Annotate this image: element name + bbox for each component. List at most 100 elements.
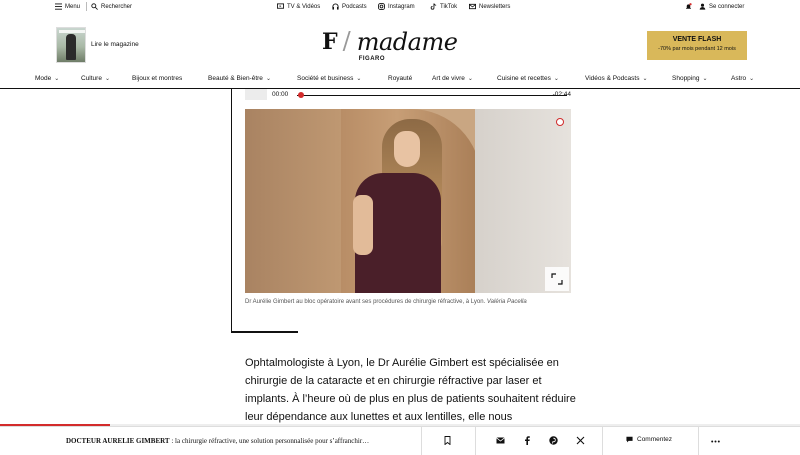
instagram-icon [378, 3, 385, 10]
nav-item-label: Vidéos & Podcasts [585, 75, 640, 82]
logo-figaro-text: FIGARO [358, 56, 386, 62]
audio-seek-handle[interactable] [298, 92, 304, 98]
promo-title: VENTE FLASH [672, 36, 722, 43]
tiktok-icon [430, 3, 437, 10]
play-button[interactable] [245, 89, 267, 100]
nav-item-label: Bijoux et montres [132, 75, 183, 82]
nav-item-label: Shopping [672, 75, 700, 82]
chevron-down-icon: ⌄ [553, 76, 559, 82]
newsletters-label: Newsletters [479, 3, 511, 10]
search-icon [91, 3, 98, 10]
cover-figure [66, 34, 76, 60]
nav-item-culture[interactable]: Culture ⌄ [81, 75, 110, 82]
facebook-icon[interactable] [523, 436, 532, 445]
nav-item-label: Mode [35, 75, 52, 82]
tv-link[interactable]: TV & Vidéos [277, 3, 320, 10]
caption-credit: Valéria Pacella [486, 299, 527, 305]
main-nav: Mode ⌄ Culture ⌄ Bijoux et montres Beauté … [0, 71, 800, 89]
cover-masthead [59, 30, 85, 33]
audio-current-time: 00:00 [272, 91, 289, 98]
login-label: Se connecter [709, 3, 745, 10]
x-twitter-icon[interactable] [576, 436, 585, 445]
newsletters-link[interactable]: Newsletters [469, 3, 510, 10]
nav-item-bijoux[interactable]: Bijoux et montres [132, 75, 182, 82]
nav-item-mode[interactable]: Mode ⌄ [35, 75, 59, 82]
logo-wordmark: madame FIGARO [357, 30, 458, 62]
nav-item-label: Art de vivre [432, 75, 465, 82]
instagram-link[interactable]: Instagram [378, 3, 415, 10]
article-frame-underline [231, 331, 298, 333]
sticky-title-rest: : la chirurgie réfractive, une solution … [169, 437, 370, 445]
nav-item-art-de-vivre[interactable]: Art de vivre ⌄ [432, 75, 473, 82]
tiktok-label: TikTok [440, 3, 458, 10]
chevron-down-icon: ⌄ [467, 76, 473, 82]
nav-item-beaute[interactable]: Beauté & Bien-être ⌄ [208, 75, 271, 82]
sticky-article-bar: DOCTEUR AURELIE GIMBERT : la chirurgie r… [0, 426, 800, 455]
expand-icon[interactable] [545, 267, 569, 291]
notifications-button[interactable] [685, 3, 692, 10]
read-magazine-link[interactable]: Lire le magazine [91, 41, 139, 48]
chevron-down-icon: ⌄ [642, 76, 648, 82]
chevron-down-icon: ⌄ [702, 76, 708, 82]
pinterest-icon[interactable] [549, 436, 558, 445]
chevron-down-icon: ⌄ [104, 76, 110, 82]
sticky-article-title[interactable]: DOCTEUR AURELIE GIMBERT : la chirurgie r… [66, 437, 369, 445]
audio-player: 00:00 -02:44 [245, 89, 571, 102]
bookmark-icon[interactable] [443, 436, 452, 445]
pinterest-pin-icon[interactable] [556, 118, 564, 126]
photo-arm [353, 195, 373, 255]
nav-item-label: Beauté & Bien-être [208, 75, 263, 82]
photo-wall [475, 109, 571, 293]
magazine-cover-thumbnail[interactable] [56, 27, 86, 63]
divider [86, 2, 87, 11]
nav-item-label: Culture [81, 75, 102, 82]
comment-label: Commentez [637, 436, 673, 443]
madame-figaro-logo[interactable]: F / madame FIGARO [322, 29, 458, 62]
divider [698, 427, 699, 455]
instagram-label: Instagram [388, 3, 415, 10]
article-paragraph: Ophtalmologiste à Lyon, le Dr Aurélie Gi… [245, 357, 576, 423]
nav-item-societe[interactable]: Société et business ⌄ [297, 75, 361, 82]
search-label: Rechercher [101, 3, 133, 10]
menu-label: Menu [65, 3, 81, 10]
bell-icon [685, 3, 692, 10]
divider [475, 427, 476, 455]
mail-share-icon[interactable] [496, 436, 505, 445]
sticky-title-bold: DOCTEUR AURELIE GIMBERT [66, 437, 170, 445]
chevron-down-icon: ⌄ [356, 76, 362, 82]
figaro-f-logo-icon: F [322, 29, 338, 55]
search-button[interactable]: Rechercher [91, 3, 132, 10]
article-photo [245, 109, 571, 293]
chevron-down-icon: ⌄ [54, 76, 60, 82]
more-options-icon[interactable] [711, 437, 720, 446]
login-button[interactable]: Se connecter [699, 3, 744, 10]
podcasts-label: Podcasts [342, 3, 367, 10]
tiktok-link[interactable]: TikTok [430, 3, 457, 10]
podcasts-link[interactable]: Podcasts [332, 3, 367, 10]
photo-caption: Dr Aurélie Gimbert au bloc opératoire av… [245, 297, 571, 307]
tv-icon [277, 3, 284, 10]
top-utility-bar: Menu Rechercher TV & Vidéos Podcasts Ins… [0, 0, 800, 13]
nav-item-videos[interactable]: Vidéos & Podcasts ⌄ [585, 75, 647, 82]
user-icon [699, 3, 706, 10]
nav-item-label: Royauté [388, 75, 413, 82]
divider [421, 427, 422, 455]
menu-button[interactable]: Menu [55, 3, 80, 10]
caption-text: Dr Aurélie Gimbert au bloc opératoire av… [245, 299, 486, 305]
comment-button[interactable]: Commentez [626, 436, 672, 443]
nav-item-shopping[interactable]: Shopping ⌄ [672, 75, 708, 82]
nav-item-royaute[interactable]: Royauté [388, 75, 412, 82]
site-header: Lire le magazine F / madame FIGARO VENTE… [0, 13, 800, 71]
chevron-down-icon: ⌄ [749, 76, 755, 82]
audio-remaining-time: -02:44 [552, 91, 571, 98]
comment-icon [626, 436, 633, 443]
audio-seek-track[interactable] [297, 95, 567, 96]
photo-face [394, 131, 420, 167]
nav-item-astro[interactable]: Astro ⌄ [731, 75, 754, 82]
nav-item-cuisine[interactable]: Cuisine et recettes ⌄ [497, 75, 559, 82]
promo-subtitle: -70% par mois pendant 12 mois [658, 46, 736, 52]
nav-item-label: Société et business [297, 75, 354, 82]
mail-icon [469, 3, 476, 10]
tv-label: TV & Vidéos [287, 3, 321, 10]
flash-sale-button[interactable]: VENTE FLASH -70% par mois pendant 12 moi… [647, 31, 747, 60]
